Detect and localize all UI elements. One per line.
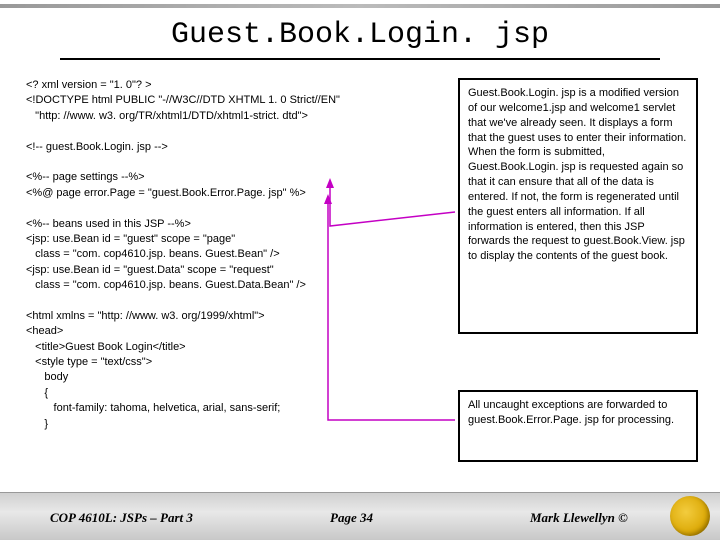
top-rule [0, 4, 720, 8]
footer-page: Page 34 [330, 510, 373, 526]
code-listing: <? xml version = "1. 0"? > <!DOCTYPE htm… [26, 78, 446, 432]
annotation-box-exceptions: All uncaught exceptions are forwarded to… [458, 390, 698, 462]
slide: Guest.Book.Login. jsp <? xml version = "… [0, 0, 720, 540]
title-underline [60, 58, 660, 61]
annotation-box-main: Guest.Book.Login. jsp is a modified vers… [458, 78, 698, 334]
slide-title: Guest.Book.Login. jsp [0, 18, 720, 52]
footer-left: COP 4610L: JSPs – Part 3 [50, 510, 193, 526]
footer-bar: COP 4610L: JSPs – Part 3 Page 34 Mark Ll… [0, 492, 720, 540]
ucf-logo-icon [670, 496, 710, 536]
footer-author: Mark Llewellyn © [530, 510, 628, 526]
